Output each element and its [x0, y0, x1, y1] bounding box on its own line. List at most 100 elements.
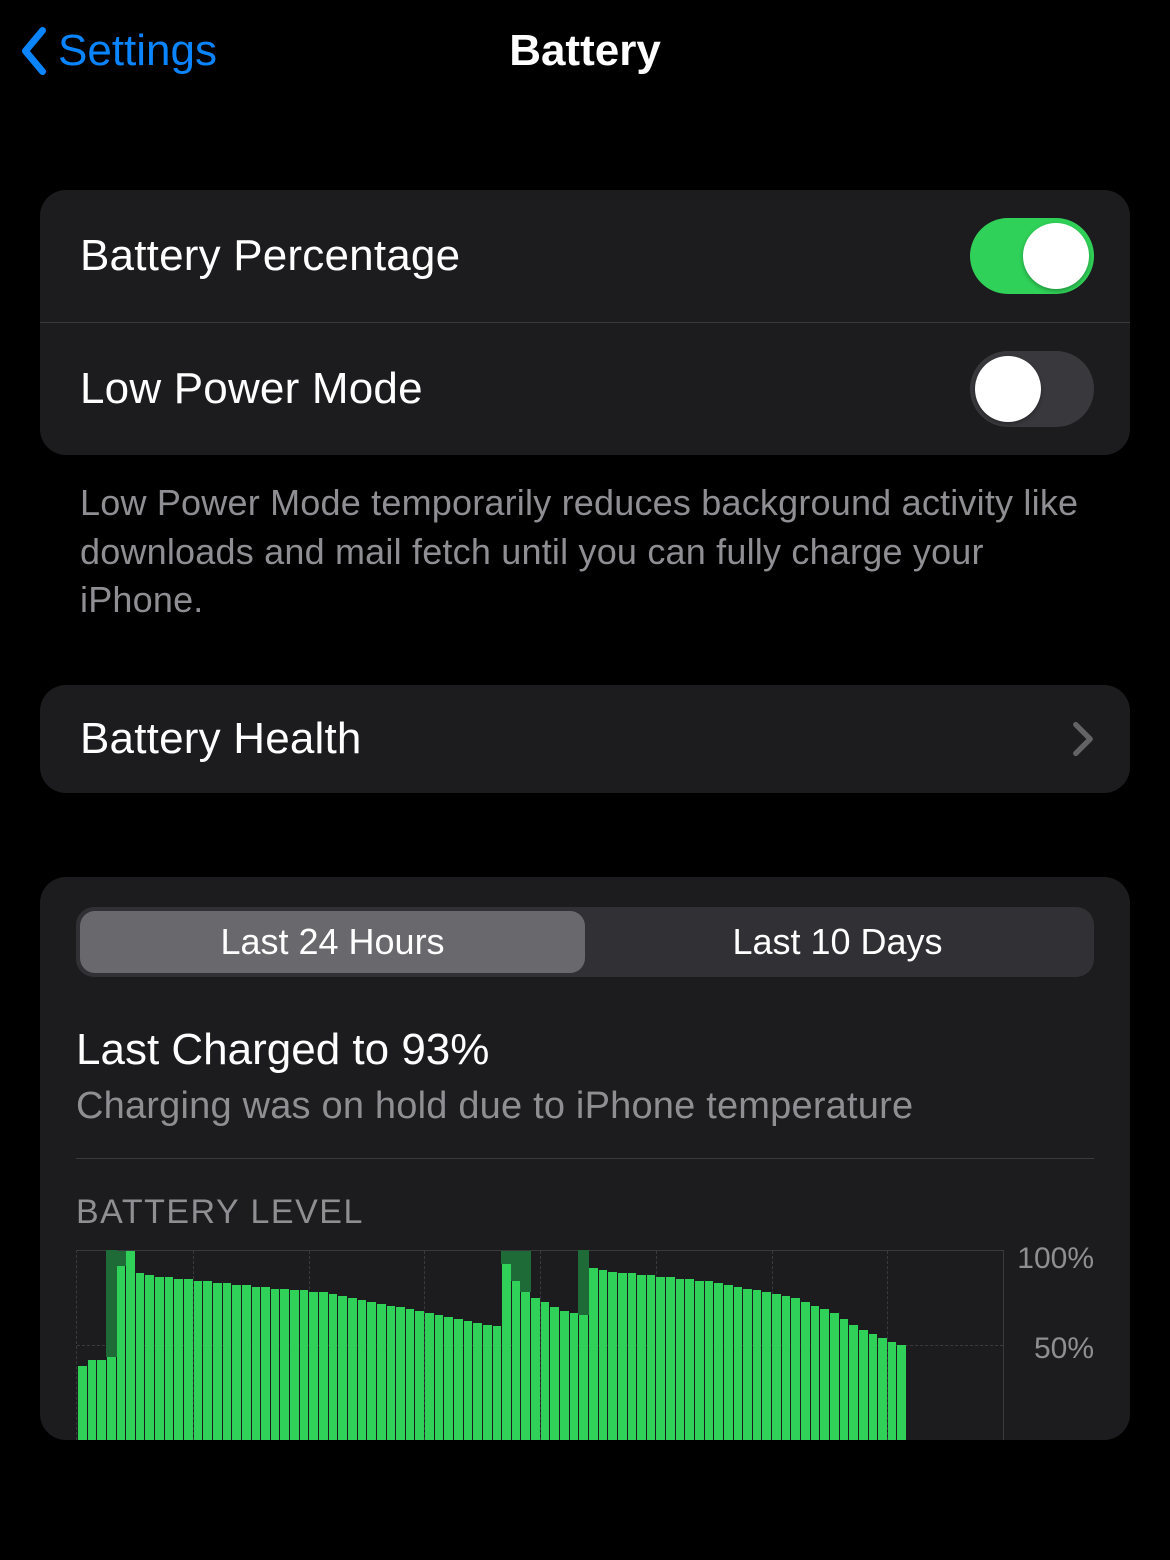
chart-bar [782, 1296, 791, 1440]
low-power-mode-footer: Low Power Mode temporarily reduces backg… [40, 455, 1130, 625]
chart-bar [300, 1290, 309, 1439]
chart-bar [377, 1304, 386, 1440]
chart-bar [223, 1283, 232, 1440]
battery-level-chart-section: BATTERY LEVEL 100% 50% [76, 1159, 1094, 1440]
chart-bar [145, 1275, 154, 1439]
chart-bar [589, 1268, 598, 1440]
chart-bar [174, 1279, 183, 1440]
chart-bar [608, 1272, 617, 1440]
row-label: Battery Percentage [80, 231, 460, 281]
chart-bar [743, 1289, 752, 1440]
chart-bar [820, 1309, 829, 1439]
last-charged-subtitle: Charging was on hold due to iPhone tempe… [76, 1085, 1094, 1128]
chart-bar [184, 1279, 193, 1440]
chart-bar [541, 1302, 550, 1440]
chart-bar [695, 1281, 704, 1440]
chart-bar [878, 1338, 887, 1440]
chart-bar [107, 1357, 116, 1440]
back-label: Settings [58, 26, 217, 76]
chart-bar [425, 1313, 434, 1440]
chart-bar [762, 1292, 771, 1439]
toggles-group: Battery Percentage Low Power Mode [40, 190, 1130, 455]
chart-bar [791, 1298, 800, 1440]
chart-bar [464, 1321, 473, 1440]
chart-bar [165, 1277, 174, 1440]
chart-bar [656, 1277, 665, 1440]
chart-bar [801, 1302, 810, 1440]
last-charged-title: Last Charged to 93% [76, 1025, 1094, 1075]
chart-bar [734, 1287, 743, 1440]
chart-bar [338, 1296, 347, 1440]
chart-bar [830, 1313, 839, 1440]
chart-bar [280, 1289, 289, 1440]
chart-bar [521, 1292, 530, 1439]
chart-bar [676, 1279, 685, 1440]
chart-bar [290, 1290, 299, 1439]
chart-bar [242, 1285, 251, 1440]
chart-bar [319, 1292, 328, 1439]
chart-bar [714, 1283, 723, 1440]
row-label: Battery Health [80, 714, 362, 764]
chart-bar [309, 1292, 318, 1439]
chart-bar [435, 1315, 444, 1440]
battery-percentage-toggle[interactable] [970, 218, 1094, 294]
chart-bar [155, 1277, 164, 1440]
chart-bar [213, 1283, 222, 1440]
last-charged-status: Last Charged to 93% Charging was on hold… [76, 977, 1094, 1159]
chart-bar [232, 1285, 241, 1440]
chart-bar [849, 1325, 858, 1440]
chart-bar [194, 1281, 203, 1440]
chart-bar [840, 1319, 849, 1440]
chart-bar [493, 1326, 502, 1439]
chart-bar [473, 1323, 482, 1440]
page-title: Battery [509, 26, 661, 76]
battery-level-chart: 100% 50% [76, 1250, 1094, 1440]
chart-bar [888, 1342, 897, 1440]
chart-bar [78, 1366, 87, 1440]
segmented-control: Last 24 Hours Last 10 Days [76, 907, 1094, 977]
segment-last-24-hours[interactable]: Last 24 Hours [80, 911, 585, 973]
chart-bar [512, 1281, 521, 1440]
battery-health-group: Battery Health [40, 685, 1130, 793]
chart-bar [550, 1307, 559, 1439]
chevron-left-icon [18, 27, 50, 75]
chart-bar [647, 1275, 656, 1439]
switch-knob [1023, 223, 1089, 289]
chart-bar [358, 1300, 367, 1440]
back-button[interactable]: Settings [18, 26, 217, 76]
chart-bar [570, 1313, 579, 1440]
chart-bar [348, 1298, 357, 1440]
chart-bar [869, 1334, 878, 1440]
chart-bar [637, 1275, 646, 1439]
chart-bar [387, 1306, 396, 1440]
switch-knob [975, 356, 1041, 422]
y-tick-50: 50% [1034, 1332, 1094, 1366]
chart-bar [454, 1319, 463, 1440]
chart-bar [531, 1298, 540, 1440]
chart-bar [599, 1270, 608, 1440]
chart-bar [705, 1281, 714, 1440]
chart-bar [203, 1281, 212, 1440]
chart-bar [897, 1345, 906, 1440]
row-label: Low Power Mode [80, 364, 423, 414]
chart-bar [126, 1251, 135, 1440]
chart-bar [483, 1325, 492, 1440]
low-power-mode-toggle[interactable] [970, 351, 1094, 427]
row-battery-percentage: Battery Percentage [40, 190, 1130, 322]
chart-bar [329, 1294, 338, 1440]
chart-bar [628, 1273, 637, 1439]
chart-bar [88, 1360, 97, 1439]
chart-bar [859, 1330, 868, 1440]
chart-bar [406, 1309, 415, 1439]
row-low-power-mode: Low Power Mode [40, 322, 1130, 455]
chart-bar [97, 1360, 106, 1439]
chart-bar [444, 1317, 453, 1440]
chart-bar [724, 1285, 733, 1440]
chart-bar [415, 1311, 424, 1440]
chart-bar [560, 1311, 569, 1440]
chart-bar [772, 1294, 781, 1440]
row-battery-health[interactable]: Battery Health [40, 685, 1130, 793]
usage-group: Last 24 Hours Last 10 Days Last Charged … [40, 877, 1130, 1440]
segment-last-10-days[interactable]: Last 10 Days [585, 911, 1090, 973]
chart-bar [136, 1273, 145, 1439]
